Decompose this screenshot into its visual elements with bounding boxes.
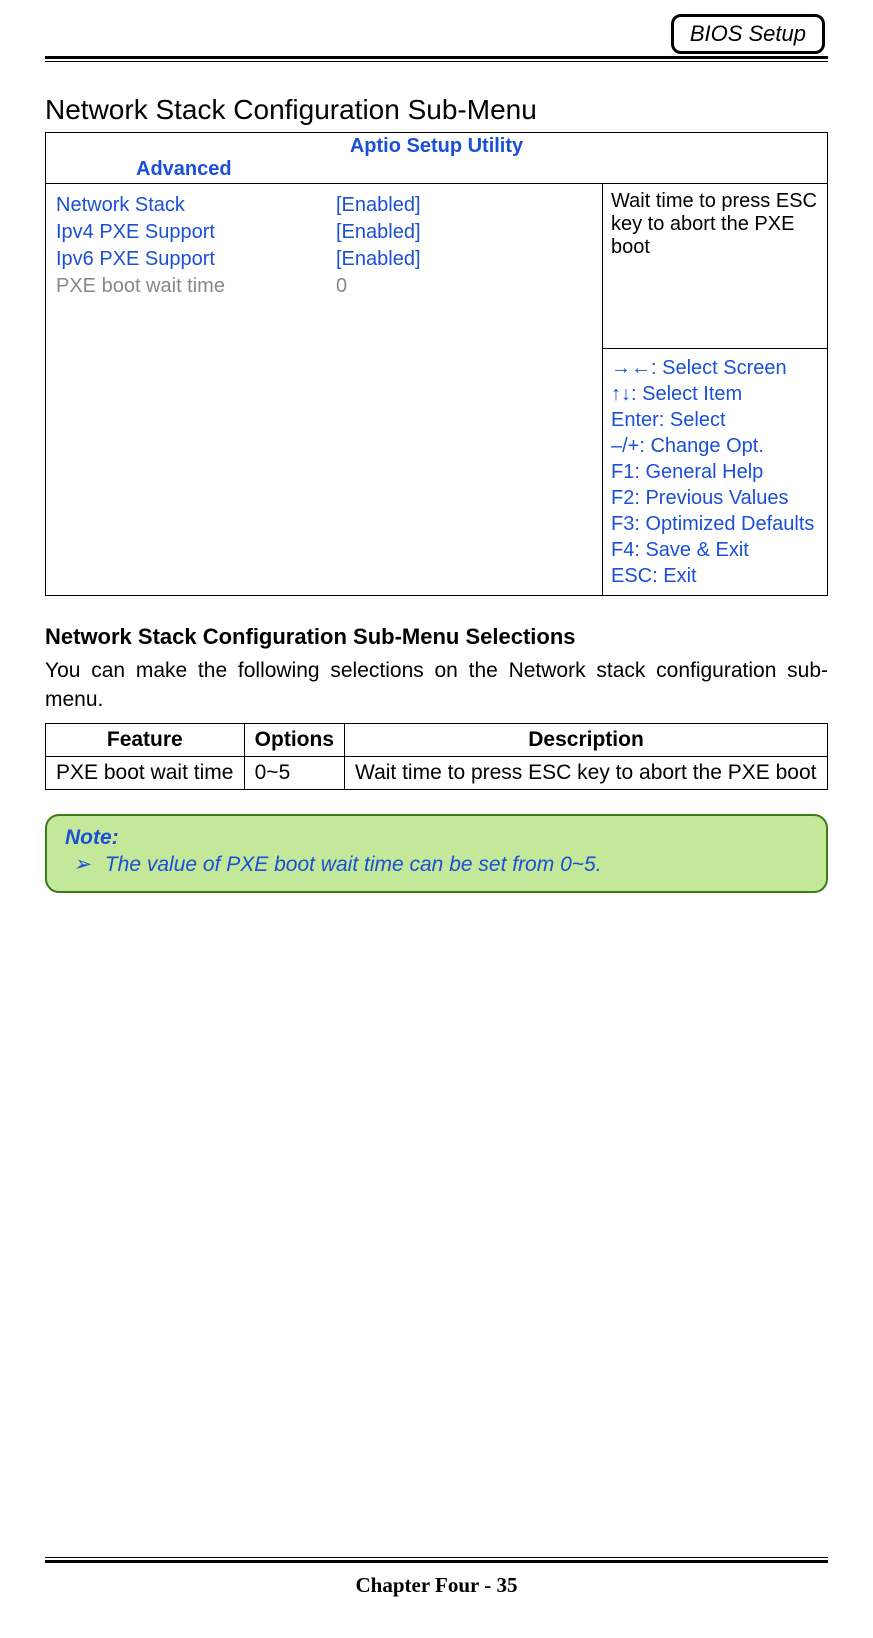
bios-panel: Aptio Setup Utility Advanced Network Sta… [45,132,828,596]
bios-settings-list: Network Stack [Enabled] Ipv4 PXE Support… [46,184,602,595]
page-title: Network Stack Configuration Sub-Menu [45,94,828,126]
th-feature: Feature [46,723,245,756]
bios-setting-label: PXE boot wait time [56,273,336,300]
bios-setting-value: [Enabled] [336,219,421,246]
selections-heading: Network Stack Configuration Sub-Menu Sel… [45,624,828,650]
td-options: 0~5 [244,756,344,789]
bios-help-panel: Wait time to press ESC key to abort the … [602,184,827,595]
bios-setting-value: [Enabled] [336,246,421,273]
note-label: Note: [65,826,808,850]
td-description: Wait time to press ESC key to abort the … [345,756,828,789]
bullet-icon: ➢ [73,852,99,877]
note-box: Note: ➢ The value of PXE boot wait time … [45,814,828,893]
bios-utility-title: Aptio Setup Utility [56,135,817,158]
bios-setting-value: [Enabled] [336,192,421,219]
bios-nav-line: →←: Select Screen [611,355,819,381]
table-header-row: Feature Options Description [46,723,828,756]
bios-tab-advanced: Advanced [56,158,817,181]
bios-setting-label: Ipv6 PXE Support [56,246,336,273]
bios-setting-row: PXE boot wait time 0 [56,273,592,300]
bios-setting-row: Network Stack [Enabled] [56,192,592,219]
bios-setting-row: Ipv6 PXE Support [Enabled] [56,246,592,273]
bios-nav-line: ESC: Exit [611,563,819,589]
bios-setting-label: Ipv4 PXE Support [56,219,336,246]
bios-help-text: Wait time to press ESC key to abort the … [602,184,827,349]
th-description: Description [345,723,828,756]
bios-body: Network Stack [Enabled] Ipv4 PXE Support… [46,184,827,595]
feature-table: Feature Options Description PXE boot wai… [45,723,828,790]
footer-text: Chapter Four - 35 [45,1573,828,1598]
bios-nav-line: ↑↓: Select Item [611,381,819,407]
td-feature: PXE boot wait time [46,756,245,789]
th-options: Options [244,723,344,756]
footer-rule [45,1557,828,1563]
bios-setting-value: 0 [336,273,347,300]
bios-header: Aptio Setup Utility Advanced [46,133,827,184]
selections-intro: You can make the following selections on… [45,656,828,715]
bios-nav-line: F1: General Help [611,459,819,485]
bios-nav-line: Enter: Select [611,407,819,433]
bios-nav-line: F3: Optimized Defaults [611,511,819,537]
note-item: ➢ The value of PXE boot wait time can be… [65,852,808,877]
bios-setting-row: Ipv4 PXE Support [Enabled] [56,219,592,246]
footer: Chapter Four - 35 [45,1557,828,1598]
bios-nav-help: →←: Select Screen ↑↓: Select Item Enter:… [602,349,827,595]
header-badge: BIOS Setup [671,14,825,54]
bios-setting-label: Network Stack [56,192,336,219]
table-row: PXE boot wait time 0~5 Wait time to pres… [46,756,828,789]
header-rule [45,56,828,62]
bios-nav-line: F4: Save & Exit [611,537,819,563]
note-text: The value of PXE boot wait time can be s… [105,853,602,876]
bios-nav-line: –/+: Change Opt. [611,433,819,459]
bios-nav-line: F2: Previous Values [611,485,819,511]
